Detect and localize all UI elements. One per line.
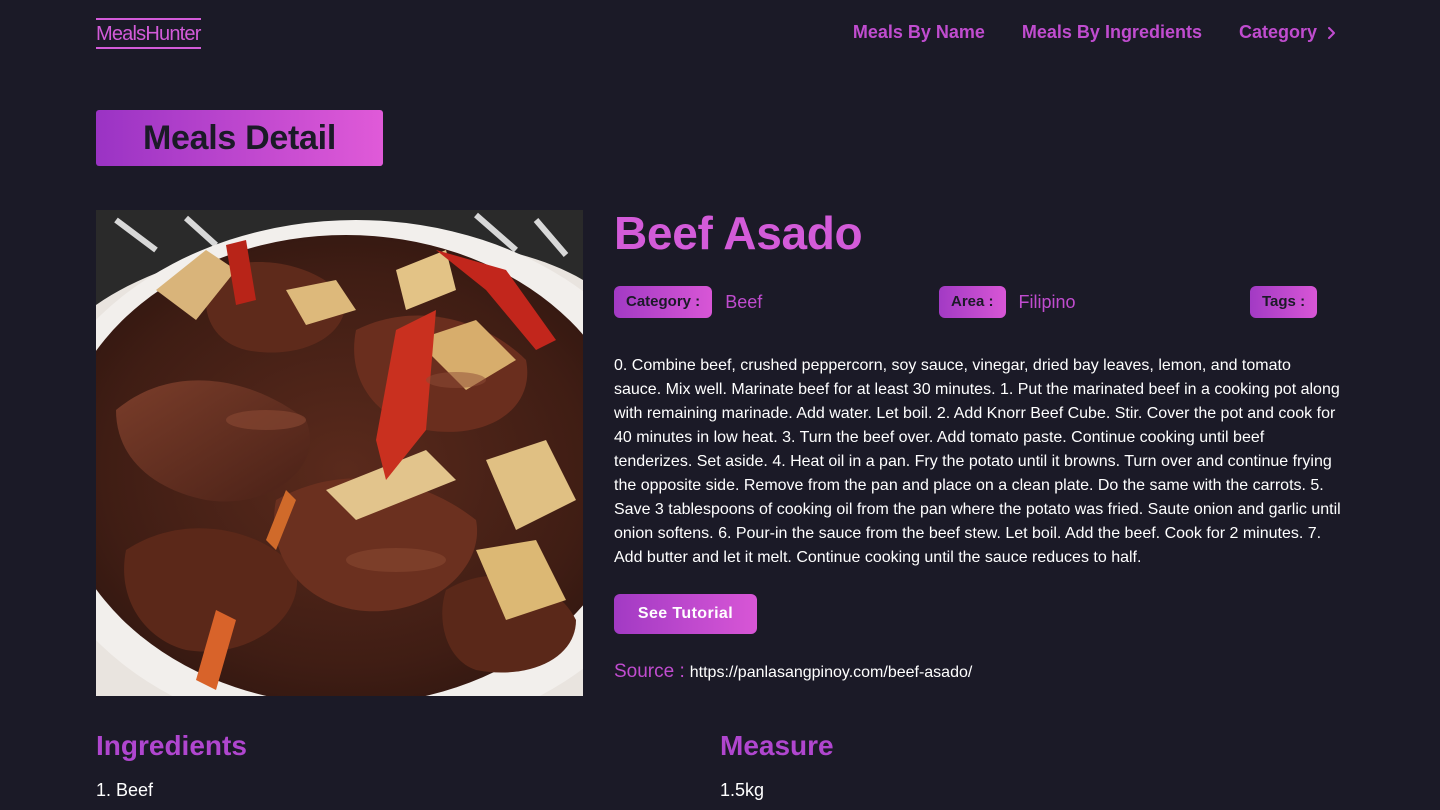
category-meta: Category : Beef (614, 286, 762, 318)
ingredients-header: Ingredients (96, 730, 247, 761)
ingredient-cell: 1. Beef (96, 780, 154, 800)
source-label: Source : (614, 661, 685, 682)
tags-badge: Tags : (1250, 286, 1318, 318)
chevron-right-icon (1327, 26, 1336, 40)
measure-cell: 1.5kg (720, 780, 765, 800)
tags-meta: Tags : (1250, 286, 1318, 318)
category-value: Beef (725, 291, 763, 312)
page-heading: Meals Detail (143, 118, 336, 157)
nav-category-label: Category (1238, 22, 1317, 42)
page-heading-banner: Meals Detail (96, 110, 383, 166)
category-badge: Category : (614, 286, 713, 318)
source: Source : https://panlasangpinoy.com/beef… (614, 661, 972, 683)
source-link[interactable]: https://panlasangpinoy.com/beef-asado/ (690, 664, 973, 682)
meal-instructions: 0. Combine beef, crushed peppercorn, soy… (614, 357, 1341, 566)
area-meta: Area : Filipino (939, 286, 1076, 318)
nav-category[interactable]: Category (1239, 22, 1336, 43)
area-badge: Area : (939, 286, 1006, 318)
nav-meals-by-ingredients[interactable]: Meals By Ingredients (1022, 22, 1202, 43)
nav-meals-by-name[interactable]: Meals By Name (853, 22, 985, 43)
logo-link[interactable]: MealsHunter (96, 18, 201, 49)
meal-title: Beef Asado (614, 207, 863, 259)
area-value: Filipino (1018, 291, 1076, 312)
main-nav: Meals By Name Meals By Ingredients Categ… (816, 22, 1336, 43)
page: MealsHunter Meals By Name Meals By Ingre… (0, 0, 1440, 810)
meal-image (96, 210, 583, 696)
see-tutorial-button[interactable]: See Tutorial (614, 594, 757, 634)
measure-header: Measure (720, 730, 834, 761)
